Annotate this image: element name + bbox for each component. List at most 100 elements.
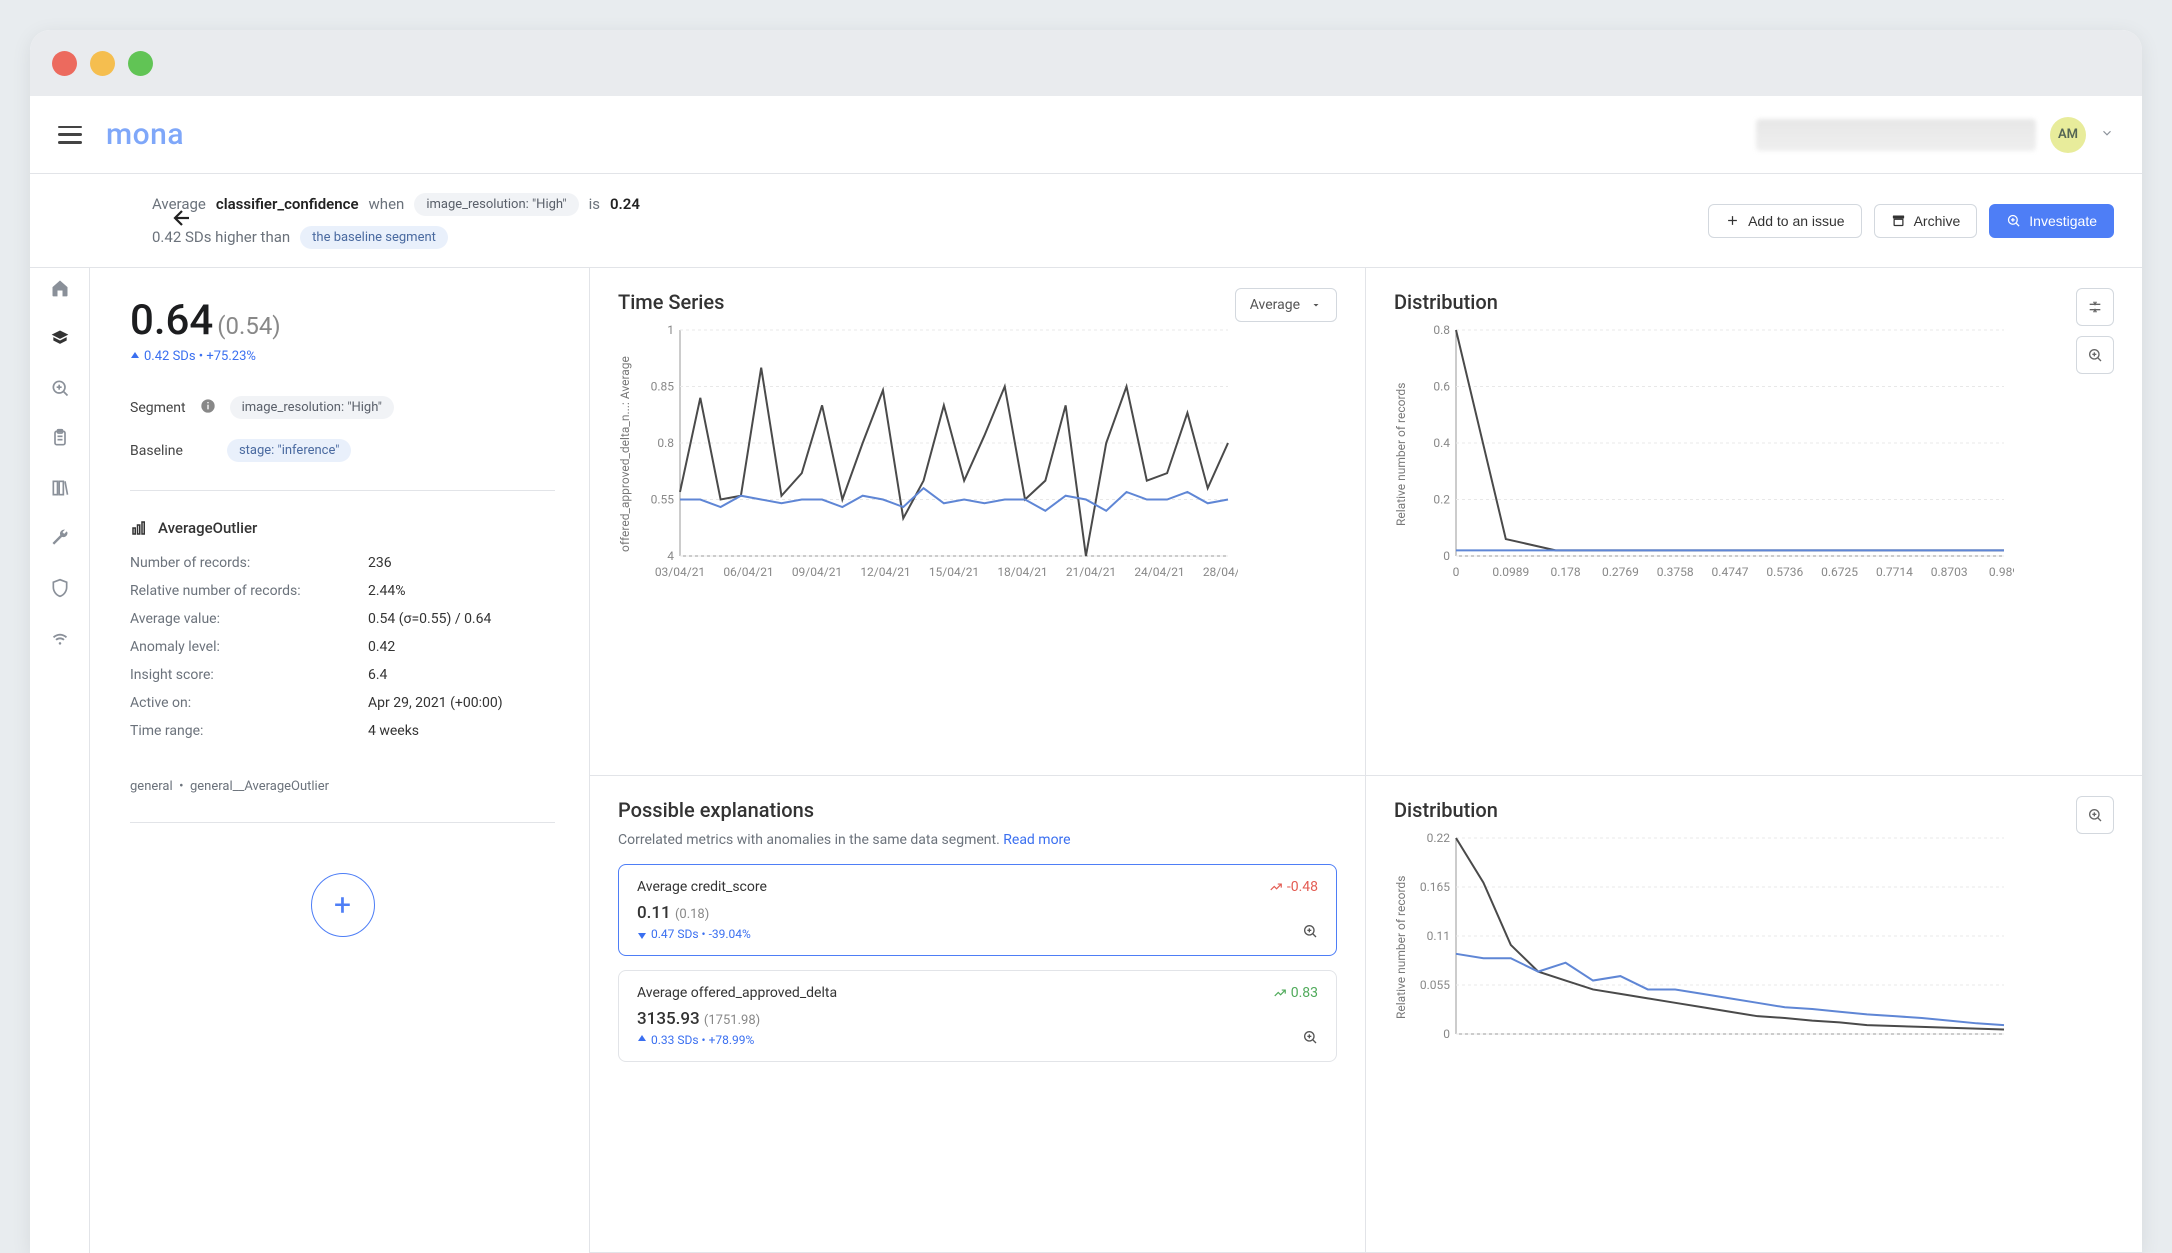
- svg-text:15/04/21: 15/04/21: [929, 565, 979, 579]
- time-series-cell: Time Series Average offered_approved_del…: [590, 268, 1366, 776]
- svg-text:0.3758: 0.3758: [1657, 565, 1694, 579]
- zoom-chart-icon[interactable]: [2076, 336, 2114, 374]
- exp-item-value: 3135.93 (1751.98): [637, 1009, 1318, 1029]
- stat-k1: Number of records:: [130, 555, 360, 571]
- svg-text:1: 1: [667, 324, 674, 337]
- ts-agg-dropdown[interactable]: Average: [1235, 288, 1337, 322]
- investigate-label: Investigate: [2029, 213, 2097, 229]
- kpi-delta-text: 0.42 SDs • +75.23%: [144, 349, 256, 364]
- app-logo: mona: [106, 117, 184, 152]
- svg-text:0.2: 0.2: [1433, 493, 1450, 507]
- explanation-card[interactable]: Average credit_score-0.480.11 (0.18)0.47…: [618, 864, 1337, 956]
- ts-agg-label: Average: [1250, 297, 1300, 313]
- archive-label: Archive: [1914, 213, 1961, 229]
- svg-text:24/04/21: 24/04/21: [1134, 565, 1184, 579]
- svg-text:0.6725: 0.6725: [1821, 565, 1858, 579]
- stat-v4: 0.42: [368, 639, 555, 655]
- svg-text:09/04/21: 09/04/21: [792, 565, 842, 579]
- svg-text:0.22: 0.22: [1427, 832, 1451, 845]
- svg-text:06/04/21: 06/04/21: [723, 565, 773, 579]
- stat-k2: Relative number of records:: [130, 583, 360, 599]
- mac-titlebar: [30, 30, 2142, 96]
- svg-text:0.4: 0.4: [1433, 436, 1450, 450]
- wifi-icon[interactable]: [50, 628, 70, 648]
- stat-v7: 4 weeks: [368, 723, 555, 739]
- add-to-issue-button[interactable]: Add to an issue: [1708, 204, 1862, 238]
- split-icon[interactable]: [2076, 288, 2114, 326]
- baseline-chip-2[interactable]: stage: "inference": [227, 439, 352, 462]
- archive-button[interactable]: Archive: [1874, 204, 1978, 238]
- investigate-button[interactable]: Investigate: [1989, 204, 2114, 238]
- svg-text:21/04/21: 21/04/21: [1066, 565, 1116, 579]
- ts-title: Time Series: [618, 290, 1337, 314]
- svg-text:0.6: 0.6: [1433, 380, 1450, 394]
- stat-k4: Anomaly level:: [130, 639, 360, 655]
- ctx-is: is: [589, 195, 600, 213]
- exp-zoom-icon[interactable]: [1302, 923, 1318, 943]
- tag-path: general • general__AverageOutlier: [130, 779, 555, 794]
- window-minimize[interactable]: [90, 51, 115, 76]
- window-close[interactable]: [52, 51, 77, 76]
- add-fab[interactable]: +: [311, 873, 375, 937]
- svg-text:0: 0: [1443, 549, 1450, 563]
- svg-text:0: 0: [1443, 1027, 1450, 1041]
- distribution-2-cell: Distribution Relative number of records …: [1366, 776, 2142, 1253]
- zoom-chart-2-icon[interactable]: [2076, 796, 2114, 834]
- exp-subtitle: Correlated metrics with anomalies in the…: [618, 832, 1337, 848]
- time-series-chart: 10.850.80.55403/04/2106/04/2109/04/2112/…: [638, 324, 1238, 584]
- exp-item-value: 0.11 (0.18): [637, 903, 1318, 923]
- explanations-cell: Possible explanations Correlated metrics…: [590, 776, 1366, 1253]
- svg-text:0.85: 0.85: [651, 380, 675, 394]
- context-bar: Average classifier_confidence when image…: [30, 174, 2142, 268]
- info-icon[interactable]: [200, 398, 216, 418]
- svg-text:0.2769: 0.2769: [1602, 565, 1639, 579]
- exp-zoom-icon[interactable]: [1302, 1029, 1318, 1049]
- distribution-2-chart: 0.220.1650.110.0550: [1414, 832, 2014, 1062]
- side-nav: [30, 268, 90, 1253]
- dist1-title: Distribution: [1394, 290, 2114, 314]
- svg-text:4: 4: [667, 549, 674, 563]
- baseline-label: Baseline: [130, 443, 183, 459]
- distribution-1-chart: 0.80.60.40.2000.09890.1780.27690.37580.4…: [1414, 324, 2014, 584]
- stat-k3: Average value:: [130, 611, 360, 627]
- zoom-icon[interactable]: [50, 378, 70, 398]
- insights-icon[interactable]: [50, 328, 70, 348]
- ctx-metric: classifier_confidence: [216, 195, 359, 213]
- read-more-link[interactable]: Read more: [1003, 832, 1070, 848]
- svg-text:0.5736: 0.5736: [1766, 565, 1803, 579]
- ctx-when: when: [369, 195, 405, 213]
- tag-b: general__AverageOutlier: [190, 779, 329, 794]
- window-maximize[interactable]: [128, 51, 153, 76]
- ctx-baseline-chip[interactable]: the baseline segment: [300, 226, 448, 249]
- exp-item-title: Average credit_score: [637, 879, 1318, 895]
- exp-item-title: Average offered_approved_delta: [637, 985, 1318, 1001]
- segment-chip[interactable]: image_resolution: "High": [230, 396, 394, 419]
- svg-text:12/04/21: 12/04/21: [860, 565, 910, 579]
- home-icon[interactable]: [50, 278, 70, 298]
- svg-text:0.11: 0.11: [1427, 929, 1450, 943]
- explanation-card[interactable]: Average offered_approved_delta0.83 3135.9…: [618, 970, 1337, 1062]
- ts-ylabel: offered_approved_delta_n...: Average: [618, 324, 632, 584]
- svg-text:18/04/21: 18/04/21: [997, 565, 1047, 579]
- exp-sub-text: Correlated metrics with anomalies in the…: [618, 832, 1000, 848]
- svg-text:03/04/21: 03/04/21: [655, 565, 705, 579]
- distribution-1-cell: Distribution Relative number of records …: [1366, 268, 2142, 776]
- user-avatar[interactable]: AM: [2050, 117, 2086, 153]
- clipboard-icon[interactable]: [50, 428, 70, 448]
- chevron-down-icon[interactable]: [2100, 126, 2114, 144]
- wrench-icon[interactable]: [50, 528, 70, 548]
- exp-correlation: 0.83: [1273, 985, 1318, 1001]
- stat-v1: 236: [368, 555, 555, 571]
- ctx-filter-chip[interactable]: image_resolution: "High": [414, 193, 578, 216]
- average-outlier-heading: AverageOutlier: [130, 519, 555, 537]
- svg-text:0.8: 0.8: [1433, 324, 1450, 337]
- kpi-delta: 0.42 SDs • +75.23%: [130, 349, 555, 364]
- stats-grid: Number of records: 236 Relative number of…: [130, 555, 555, 739]
- exp-title: Possible explanations: [618, 798, 1337, 822]
- menu-icon[interactable]: [58, 126, 82, 144]
- shield-icon[interactable]: [50, 578, 70, 598]
- app-topbar: mona AM: [30, 96, 2142, 174]
- charts-panel: Time Series Average offered_approved_del…: [590, 268, 2142, 1253]
- details-panel: 0.64 (0.54) 0.42 SDs • +75.23% Segment i: [90, 268, 590, 1253]
- books-icon[interactable]: [50, 478, 70, 498]
